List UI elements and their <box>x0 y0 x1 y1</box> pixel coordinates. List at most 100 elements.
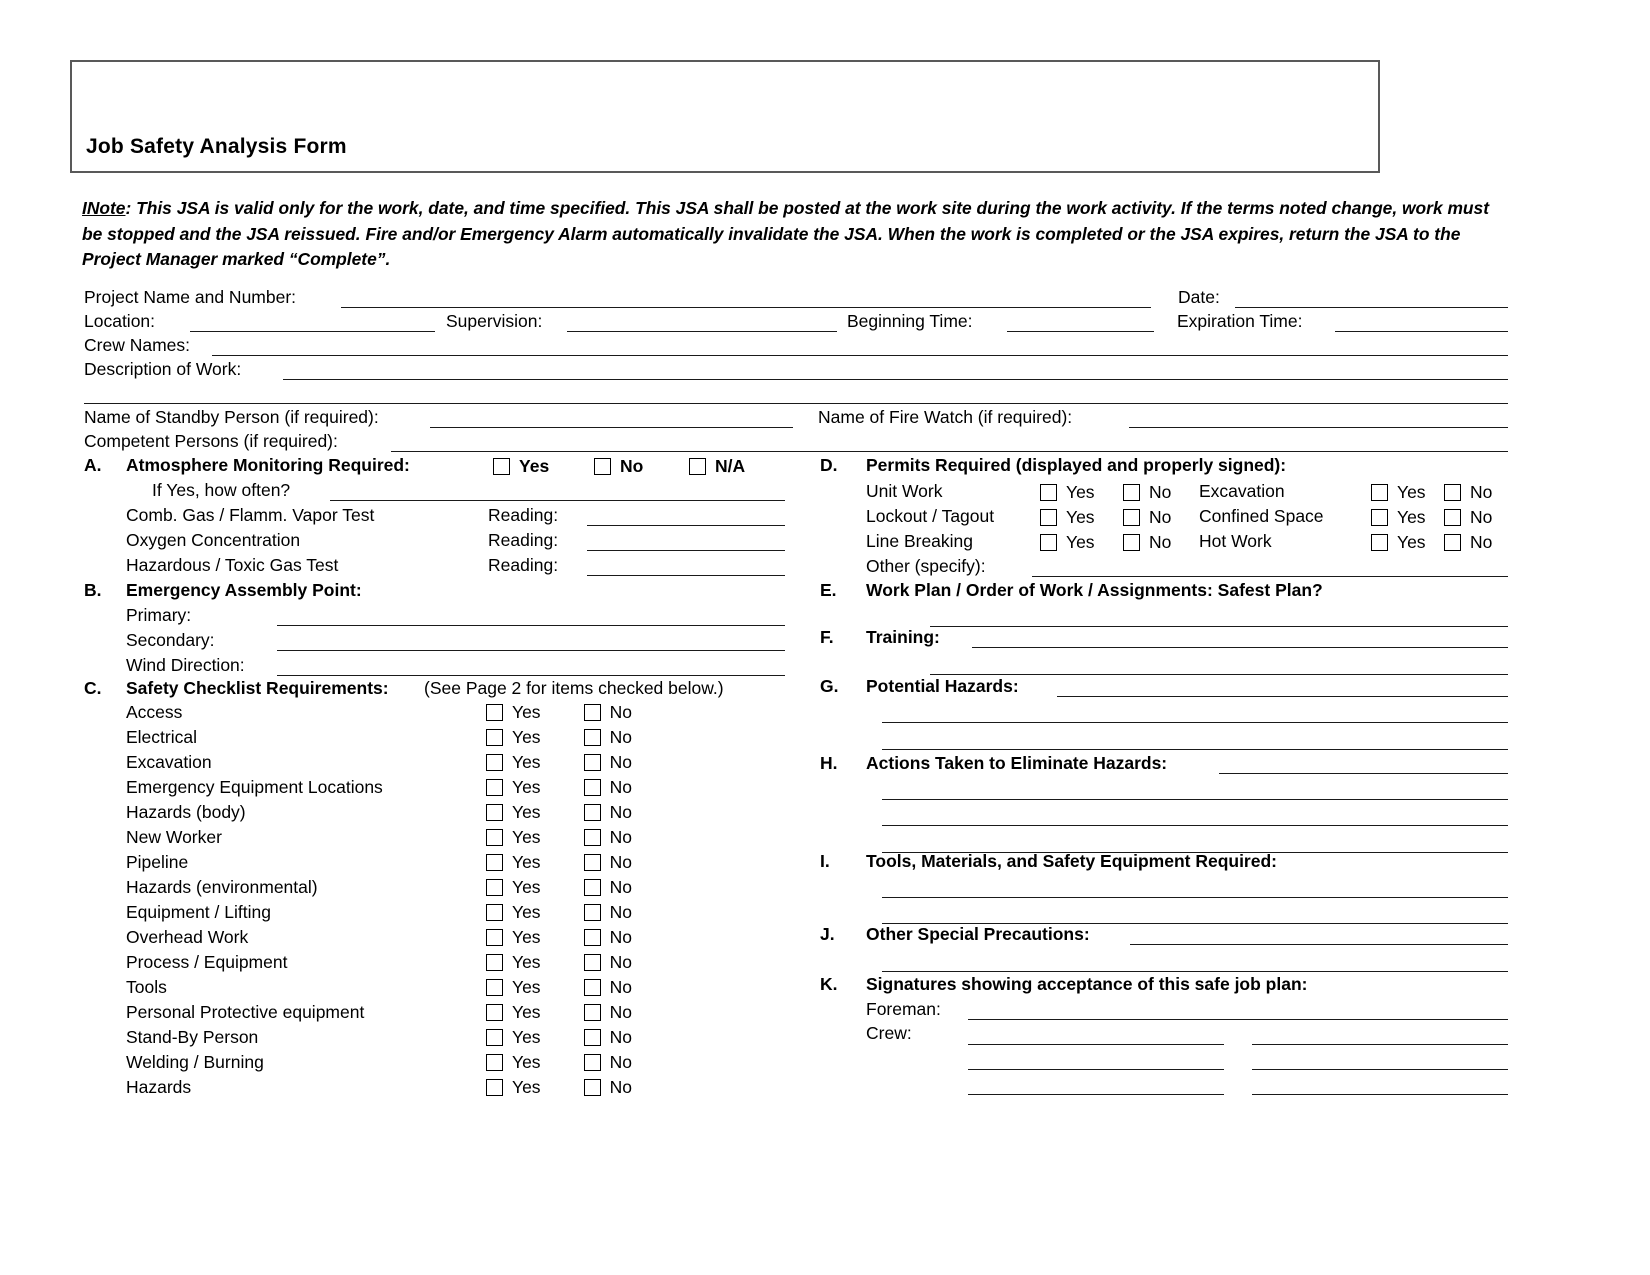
checklist-yes[interactable]: Yes <box>486 827 541 848</box>
checkbox-hot-work-no[interactable] <box>1444 534 1461 551</box>
checkbox-electrical-yes[interactable] <box>486 729 503 746</box>
input-competent-persons[interactable] <box>391 451 1508 452</box>
checkbox-excavation-yes[interactable] <box>486 754 503 771</box>
checklist-yes[interactable]: Yes <box>486 777 541 798</box>
input-reading-toxic-gas[interactable] <box>587 575 785 576</box>
checkbox-hazards-environmental-yes[interactable] <box>486 879 503 896</box>
permit-excavation-no[interactable]: No <box>1444 482 1492 503</box>
checklist-no[interactable]: No <box>583 852 632 873</box>
checklist-row[interactable]: New Worker Yes No <box>126 827 632 848</box>
input-potential-hazards-line1[interactable] <box>1057 696 1508 697</box>
checkbox-hot-work-yes[interactable] <box>1371 534 1388 551</box>
checkbox-overhead-work-no[interactable] <box>583 929 601 946</box>
permit-confined-space-yes[interactable]: Yes <box>1371 507 1426 528</box>
checkbox-line-breaking-yes[interactable] <box>1040 534 1057 551</box>
input-actions-taken-line2[interactable] <box>882 799 1508 800</box>
input-crew-signature-5[interactable] <box>968 1094 1224 1095</box>
checkbox-atmosphere-na[interactable] <box>689 458 706 475</box>
checklist-no[interactable]: No <box>583 777 632 798</box>
section-a-option-yes[interactable]: Yes <box>493 456 549 477</box>
checkbox-confined-space-no[interactable] <box>1444 509 1461 526</box>
checkbox-new-worker-no[interactable] <box>583 829 601 846</box>
checklist-yes[interactable]: Yes <box>486 727 541 748</box>
input-reading-comb-gas[interactable] <box>587 525 785 526</box>
checkbox-hazards-body-no[interactable] <box>583 804 601 821</box>
checkbox-pipeline-yes[interactable] <box>486 854 503 871</box>
checklist-yes[interactable]: Yes <box>486 977 541 998</box>
input-crew-signature-3[interactable] <box>968 1069 1224 1070</box>
checklist-no[interactable]: No <box>583 802 632 823</box>
checkbox-atmosphere-no[interactable] <box>594 458 611 475</box>
input-potential-hazards-line2[interactable] <box>882 722 1508 723</box>
checklist-no[interactable]: No <box>583 902 632 923</box>
checklist-row[interactable]: Hazards (body) Yes No <box>126 802 632 823</box>
checklist-row[interactable]: Process / Equipment Yes No <box>126 952 632 973</box>
checkbox-confined-space-yes[interactable] <box>1371 509 1388 526</box>
input-fire-watch[interactable] <box>1129 427 1508 428</box>
checklist-row[interactable]: Hazards (environmental) Yes No <box>126 877 632 898</box>
checkbox-permit-excavation-no[interactable] <box>1444 484 1461 501</box>
section-a-option-no[interactable]: No <box>594 456 643 477</box>
input-training-line1[interactable] <box>972 647 1508 648</box>
input-expiration-time[interactable] <box>1335 331 1508 332</box>
checkbox-standby-person-yes[interactable] <box>486 1029 503 1046</box>
checkbox-new-worker-yes[interactable] <box>486 829 503 846</box>
checklist-yes[interactable]: Yes <box>486 927 541 948</box>
checklist-no[interactable]: No <box>583 827 632 848</box>
checkbox-access-no[interactable] <box>583 704 601 721</box>
checklist-no[interactable]: No <box>583 977 632 998</box>
checkbox-equipment-lifting-no[interactable] <box>583 904 601 921</box>
checkbox-process-equipment-no[interactable] <box>583 954 601 971</box>
checklist-yes[interactable]: Yes <box>486 902 541 923</box>
checklist-yes[interactable]: Yes <box>486 877 541 898</box>
checkbox-permit-excavation-yes[interactable] <box>1371 484 1388 501</box>
checklist-yes[interactable]: Yes <box>486 952 541 973</box>
input-other-precautions-line2[interactable] <box>882 971 1508 972</box>
input-work-plan-line1[interactable] <box>930 626 1508 627</box>
checkbox-process-equipment-yes[interactable] <box>486 954 503 971</box>
checkbox-unit-work-no[interactable] <box>1123 484 1140 501</box>
input-standby-person[interactable] <box>430 427 793 428</box>
input-actions-taken-line3[interactable] <box>882 825 1508 826</box>
input-secondary-assembly[interactable] <box>277 650 785 651</box>
checkbox-welding-burning-yes[interactable] <box>486 1054 503 1071</box>
input-supervision[interactable] <box>567 331 837 332</box>
checklist-no[interactable]: No <box>583 752 632 773</box>
input-other-precautions-line1[interactable] <box>1130 944 1508 945</box>
checklist-row[interactable]: Welding / Burning Yes No <box>126 1052 632 1073</box>
input-training-line2[interactable] <box>930 674 1508 675</box>
input-description-of-work[interactable] <box>283 379 1508 380</box>
checkbox-hazards-environmental-no[interactable] <box>583 879 601 896</box>
checkbox-excavation-no[interactable] <box>583 754 601 771</box>
input-crew-signature-2[interactable] <box>1252 1044 1508 1045</box>
checkbox-emergency-equipment-yes[interactable] <box>486 779 503 796</box>
checklist-no[interactable]: No <box>583 877 632 898</box>
checkbox-tools-no[interactable] <box>583 979 601 996</box>
input-actions-taken-line1[interactable] <box>1219 773 1508 774</box>
checkbox-unit-work-yes[interactable] <box>1040 484 1057 501</box>
input-reading-oxygen[interactable] <box>587 550 785 551</box>
checklist-yes[interactable]: Yes <box>486 802 541 823</box>
checklist-yes[interactable]: Yes <box>486 1027 541 1048</box>
input-crew-names[interactable] <box>212 355 1508 356</box>
checkbox-overhead-work-yes[interactable] <box>486 929 503 946</box>
checklist-row[interactable]: Emergency Equipment Locations Yes No <box>126 777 632 798</box>
permit-lockout-no[interactable]: No <box>1123 507 1171 528</box>
input-potential-hazards-line3[interactable] <box>882 749 1508 750</box>
checklist-yes[interactable]: Yes <box>486 752 541 773</box>
input-location[interactable] <box>190 331 435 332</box>
permit-line-breaking-yes[interactable]: Yes <box>1040 532 1095 553</box>
permit-hot-work-yes[interactable]: Yes <box>1371 532 1426 553</box>
input-primary-assembly[interactable] <box>277 625 785 626</box>
input-how-often[interactable] <box>330 500 785 501</box>
permit-hot-work-no[interactable]: No <box>1444 532 1492 553</box>
input-crew-signature-1[interactable] <box>968 1044 1224 1045</box>
checkbox-ppe-no[interactable] <box>583 1004 601 1021</box>
checklist-row[interactable]: Overhead Work Yes No <box>126 927 632 948</box>
checkbox-line-breaking-no[interactable] <box>1123 534 1140 551</box>
checklist-no[interactable]: No <box>583 1002 632 1023</box>
input-foreman-signature[interactable] <box>968 1019 1508 1020</box>
checklist-no[interactable]: No <box>583 927 632 948</box>
checkbox-tools-yes[interactable] <box>486 979 503 996</box>
permit-unit-work-yes[interactable]: Yes <box>1040 482 1095 503</box>
